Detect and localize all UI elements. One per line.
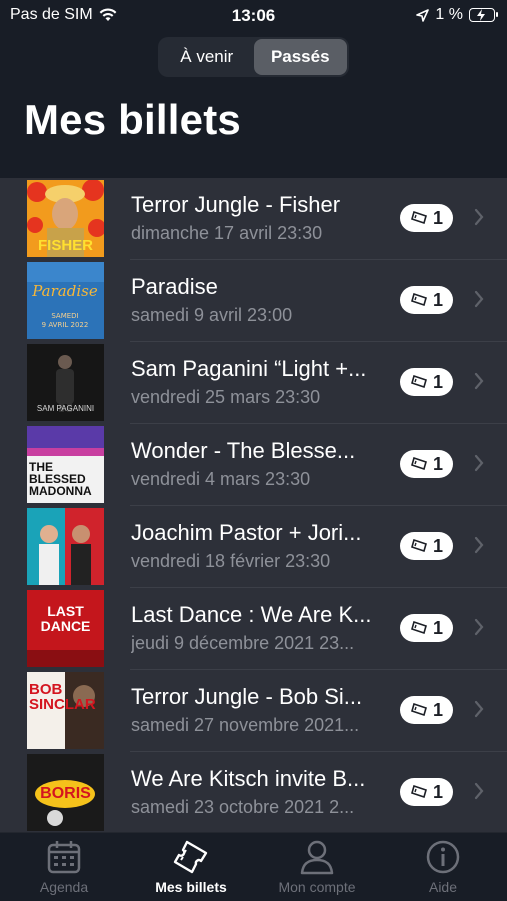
event-date: vendredi 25 mars 23:30: [131, 387, 321, 407]
ticket-count: 1: [432, 699, 443, 720]
ticket-count-badge: 1: [400, 204, 453, 232]
tab-label: Mon compte: [278, 879, 356, 895]
chevron-right-icon: [474, 290, 484, 308]
ticket-count: 1: [432, 617, 443, 638]
ticket-row[interactable]: BORIS We Are Kitsch invite B... samedi 2…: [0, 752, 507, 832]
segmented-control: À venir Passés: [158, 37, 349, 77]
event-thumbnail: Paradise SAMEDI 9 AVRIL 2022: [27, 262, 104, 339]
ticket-row[interactable]: Paradise SAMEDI 9 AVRIL 2022 Paradise sa…: [0, 260, 507, 342]
ticket-count: 1: [432, 535, 443, 556]
ticket-list[interactable]: FISHER Terror Jungle - Fisher dimanche 1…: [0, 178, 507, 832]
event-title: Sam Paganini “Light +...: [131, 356, 367, 381]
ticket-icon: [411, 211, 427, 225]
battery-charging-icon: [469, 8, 498, 22]
chevron-right-icon: [474, 208, 484, 226]
ticket-icon: [411, 375, 427, 389]
event-date: dimanche 17 avril 23:30: [131, 223, 323, 243]
event-title: Wonder - The Blesse...: [131, 438, 356, 463]
ticket-count-badge: 1: [400, 696, 453, 724]
ticket-icon: [411, 621, 427, 635]
chevron-right-icon: [474, 700, 484, 718]
ticket-row[interactable]: BOB SINCLAR Terror Jungle - Bob Si... sa…: [0, 670, 507, 752]
ticket-row[interactable]: FISHER Terror Jungle - Fisher dimanche 1…: [0, 178, 507, 260]
event-title: Joachim Pastor + Jori...: [131, 520, 362, 545]
ticket-count-badge: 1: [400, 450, 453, 478]
thumb-text: LAST DANCE: [40, 603, 91, 634]
tab-help[interactable]: Aide: [383, 839, 503, 895]
chevron-right-icon: [474, 372, 484, 390]
event-title: Terror Jungle - Bob Si...: [131, 684, 363, 709]
chevron-right-icon: [474, 454, 484, 472]
event-date: jeudi 9 décembre 2021 23...: [131, 633, 355, 653]
event-date: samedi 27 novembre 2021...: [131, 715, 360, 735]
battery-percent: 1 %: [435, 6, 463, 23]
tab-label: Agenda: [39, 879, 89, 895]
ticket-icon: [411, 785, 427, 799]
status-bar: Pas de SIM 13:06 1 %: [0, 0, 507, 32]
ticket-icon: [411, 703, 427, 717]
event-thumbnail: BOB SINCLAR: [27, 672, 104, 749]
tab-account[interactable]: Mon compte: [257, 839, 377, 895]
info-icon: [426, 840, 460, 874]
ticket-row[interactable]: THE BLESSED MADONNA Wonder - The Blesse.…: [0, 424, 507, 506]
ticket-count-badge: 1: [400, 778, 453, 806]
status-right: 1 %: [416, 6, 498, 24]
ticket-count-badge: 1: [400, 286, 453, 314]
ticket-icon: [411, 539, 427, 553]
tab-agenda[interactable]: Agenda: [4, 839, 124, 895]
thumb-text: SAM PAGANINI: [36, 404, 95, 413]
tab-bar: Agenda Mes billets Mon compte Aide: [0, 832, 507, 901]
ticket-row[interactable]: SAM PAGANINI Sam Paganini “Light +... ve…: [0, 342, 507, 424]
user-icon: [300, 840, 334, 875]
event-date: samedi 23 octobre 2021 2...: [131, 797, 355, 817]
ticket-count: 1: [432, 453, 443, 474]
event-thumbnail: FISHER: [27, 180, 104, 257]
event-thumbnail: THE BLESSED MADONNA: [27, 426, 104, 503]
ticket-row[interactable]: Joachim Pastor + Jori... vendredi 18 fév…: [0, 506, 507, 588]
event-thumbnail: [27, 508, 104, 585]
ticket-count-badge: 1: [400, 614, 453, 642]
calendar-icon: [47, 841, 81, 874]
event-thumbnail: LAST DANCE: [27, 590, 104, 667]
ticket-tab-icon: [173, 840, 208, 874]
event-thumbnail: BORIS: [27, 754, 104, 831]
ticket-count-badge: 1: [400, 532, 453, 560]
page-title: Mes billets: [24, 96, 241, 143]
event-title: We Are Kitsch invite B...: [131, 766, 366, 791]
chevron-right-icon: [474, 782, 484, 800]
thumb-text: THE BLESSED MADONNA: [29, 460, 92, 498]
chevron-right-icon: [474, 618, 484, 636]
svg-text:SAMEDI: SAMEDI: [51, 312, 78, 320]
ticket-icon: [411, 293, 427, 307]
event-thumbnail: SAM PAGANINI: [27, 344, 104, 421]
ticket-count: 1: [432, 371, 443, 392]
tab-label: Aide: [428, 879, 458, 895]
ticket-icon: [411, 457, 427, 471]
thumb-text: BOB SINCLAR: [29, 681, 96, 713]
thumb-text: BORIS: [40, 785, 91, 802]
ticket-count: 1: [432, 207, 443, 228]
segment-past[interactable]: Passés: [253, 39, 347, 75]
svg-text:9 AVRIL 2022: 9 AVRIL 2022: [42, 321, 89, 329]
event-title: Last Dance : We Are K...: [131, 602, 372, 627]
tab-tickets[interactable]: Mes billets: [131, 839, 251, 895]
thumb-text: FISHER: [37, 237, 93, 254]
event-title: Paradise: [131, 274, 218, 299]
event-title: Terror Jungle - Fisher: [131, 192, 341, 217]
event-date: samedi 9 avril 23:00: [131, 305, 293, 325]
tab-label: Mes billets: [155, 879, 227, 895]
ticket-count: 1: [432, 781, 443, 802]
ticket-count: 1: [432, 289, 443, 310]
location-arrow-icon: [416, 8, 430, 22]
event-date: vendredi 4 mars 23:30: [131, 469, 311, 489]
segment-upcoming[interactable]: À venir: [160, 39, 254, 75]
ticket-row[interactable]: LAST DANCE Last Dance : We Are K... jeud…: [0, 588, 507, 670]
event-date: vendredi 18 février 23:30: [131, 551, 331, 571]
svg-text:Paradise: Paradise: [31, 282, 98, 300]
chevron-right-icon: [474, 536, 484, 554]
ticket-count-badge: 1: [400, 368, 453, 396]
